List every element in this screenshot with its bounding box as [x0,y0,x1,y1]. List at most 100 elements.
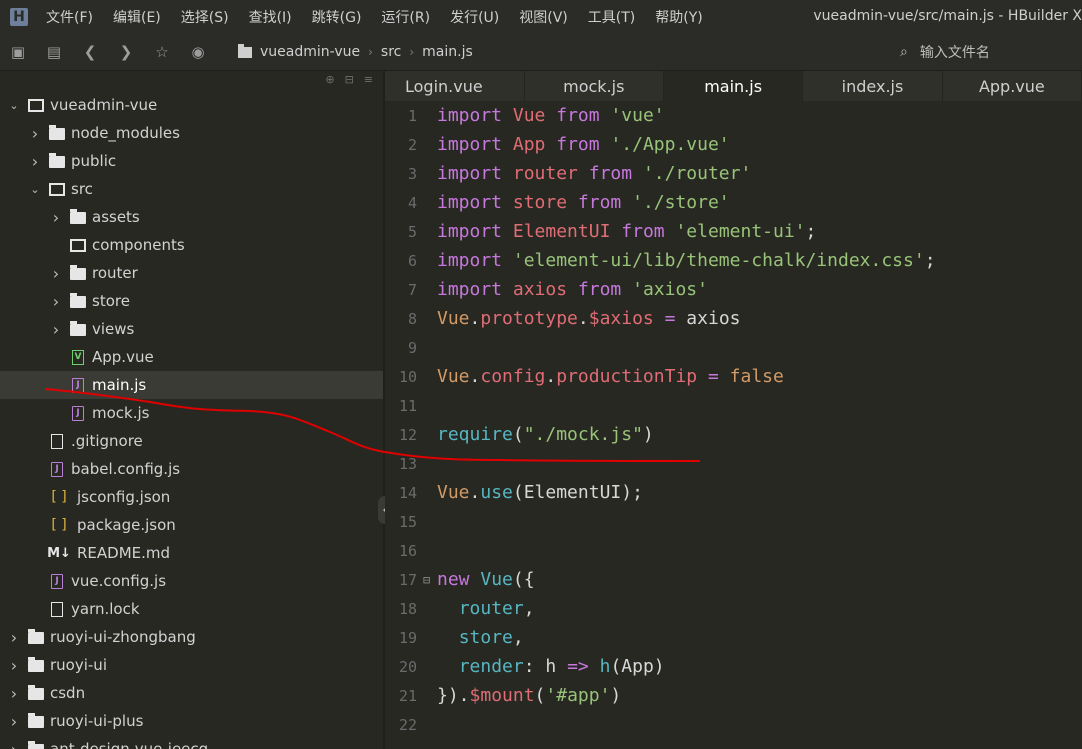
save-icon[interactable]: ▤ [36,34,72,70]
chevron-right-icon[interactable]: › [8,740,20,749]
folder-open-icon [28,98,44,112]
tree-item[interactable]: › ruoyi-ui-zhongbang [0,623,383,651]
editor-tab[interactable]: index.js [803,71,943,101]
tree-item[interactable]: › store [0,287,383,315]
code-line: 20 render: h => h (App) [385,652,1082,681]
file-icon [51,601,63,617]
line-number: 22 [398,715,417,734]
code-token: store [512,192,568,213]
tree-item[interactable]: Jvue.config.js [0,567,383,595]
tree-item-label: README.md [77,544,171,562]
menu-item[interactable]: 运行(R) [381,7,430,27]
run-icon[interactable]: ◉ [180,34,216,70]
code-token: 'vue' [610,105,665,126]
code-line: 7 import axios from 'axios' [385,275,1082,304]
tree-item-label: package.json [77,516,176,534]
tree-item[interactable]: ⌄ vueadmin-vue [0,91,383,119]
tree-item[interactable]: › node_modules [0,119,383,147]
tree-item[interactable]: M↓ README.md [0,539,383,567]
menu-item[interactable]: 选择(S) [181,7,229,27]
breadcrumb-item[interactable]: main.js [422,44,473,60]
code-token: store [458,627,513,648]
menu-item[interactable]: 文件(F) [46,7,93,27]
editor-tab[interactable]: Login.vue [385,71,525,101]
tree-item[interactable]: › ruoyi-ui-plus [0,707,383,735]
tree-item[interactable]: Jmain.js [0,371,383,399]
menu-item[interactable]: 帮助(Y) [655,7,702,27]
chevron-right-icon[interactable]: › [50,320,62,339]
chevron-right-icon[interactable]: › [8,712,20,731]
back-icon[interactable]: ❮ [72,34,108,70]
tree-item[interactable]: Jmock.js [0,399,383,427]
editor-tab[interactable]: App.vue [943,71,1082,101]
menu-item[interactable]: 视图(V) [519,7,568,27]
folder-icon [49,153,65,168]
line-number: 10 [398,367,417,386]
code-token: }). [437,685,470,706]
tree-item[interactable]: .gitignore [0,427,383,455]
tree-item[interactable]: › router [0,259,383,287]
code-token: from [577,279,622,300]
tree-item[interactable]: › assets [0,203,383,231]
tree-item[interactable]: › public [0,147,383,175]
tree-item[interactable]: yarn.lock [0,595,383,623]
code-editor[interactable]: 1 import Vue from 'vue' 2 import App from '… [385,101,1082,749]
chevron-right-icon[interactable]: › [8,628,20,647]
code-token: './App.vue' [610,134,730,155]
breadcrumb-item[interactable]: vueadmin-vue [260,44,360,60]
forward-icon[interactable]: ❯ [108,34,144,70]
code-line: 10 Vue. config. productionTip = false [385,362,1082,391]
code-token: import [437,192,503,213]
code-token: => [567,656,589,677]
code-token: Vue [437,482,470,503]
editor-tab[interactable]: main.js [663,71,804,101]
tree-item[interactable]: › views [0,315,383,343]
tree-item[interactable]: ⌄ src [0,175,383,203]
editor-tab[interactable]: mock.js [525,71,664,101]
tree-item[interactable]: › csdn [0,679,383,707]
file-search-input[interactable]: ⌕ 输入文件名 [900,34,990,70]
chevron-right-icon[interactable]: › [50,264,62,283]
code-line: 8 Vue. prototype. $axios = axios [385,304,1082,333]
chevron-right-icon[interactable]: › [50,208,62,227]
fold-icon[interactable]: ⊟ [423,573,430,587]
menu-item[interactable]: 发行(U) [450,7,499,27]
chevron-right-icon[interactable]: › [29,124,41,143]
chevron-right-icon[interactable]: › [8,656,20,675]
vue-file-icon: V [72,349,84,365]
menu-item[interactable]: 查找(I) [249,7,292,27]
breadcrumb-item[interactable]: src [381,44,401,60]
tree-item[interactable]: › ruoyi-ui [0,651,383,679]
tree-item-label: node_modules [71,124,180,142]
star-icon[interactable]: ☆ [144,34,180,70]
chevron-right-icon[interactable]: › [29,152,41,171]
code-line: 21}). $mount('#app') [385,681,1082,710]
project-explorer: ⊕ ⊟ ≡ ⌄ vueadmin-vue › node_modules › public ⌄… [0,71,383,749]
chevron-down-icon[interactable]: ⌄ [8,99,20,112]
tree-item[interactable]: [ ] package.json [0,511,383,539]
save-all-icon[interactable]: ▣ [0,34,36,70]
chevron-right-icon[interactable]: › [50,292,62,311]
menu-item[interactable]: 跳转(G) [312,7,362,27]
locate-icon[interactable]: ⊕ [325,73,334,86]
chevron-down-icon[interactable]: ⌄ [29,183,41,196]
tree-item[interactable]: components [0,231,383,259]
folder-icon [70,321,86,336]
tree-item[interactable]: Jbabel.config.js [0,455,383,483]
code-token: from [556,134,600,155]
menu-item[interactable]: 编辑(E) [113,7,161,27]
code-token: import [437,250,503,271]
chevron-right-icon[interactable]: › [8,684,20,703]
code-token: ({ [512,569,535,590]
collapse-all-icon[interactable]: ⊟ [345,73,354,86]
menu-icon[interactable]: ≡ [364,73,373,86]
menu-item[interactable]: 工具(T) [588,7,635,27]
code-line: 22 [385,710,1082,739]
code-token: Vue [512,105,546,126]
tree-item[interactable]: V App.vue [0,343,383,371]
code-token: $axios [588,308,654,329]
tree-item[interactable]: [ ] jsconfig.json [0,483,383,511]
tree-item[interactable]: › ant-design-vue-jeecg [0,735,383,749]
code-line: 4 import store from './store' [385,188,1082,217]
